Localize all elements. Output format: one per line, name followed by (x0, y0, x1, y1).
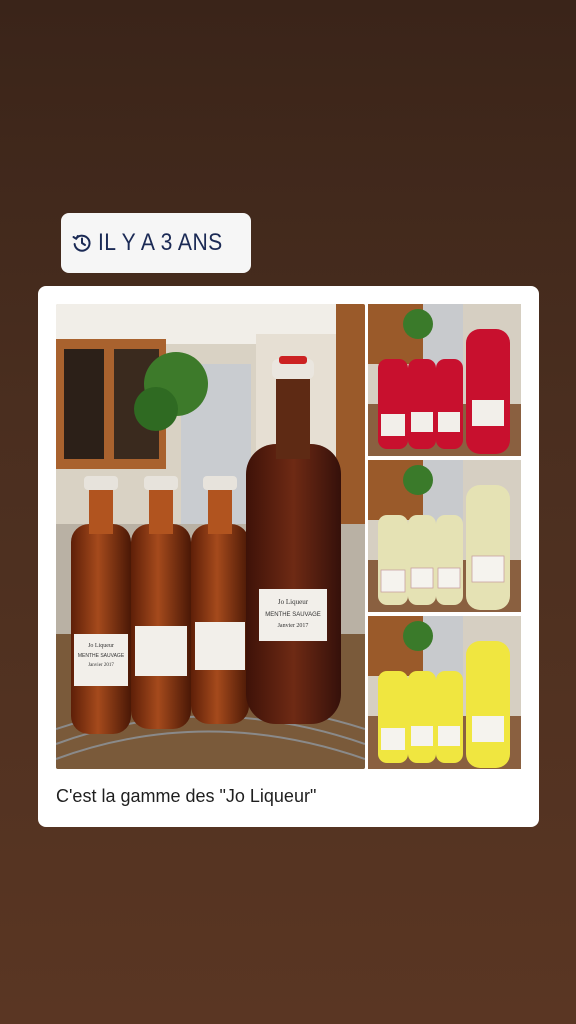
svg-text:Jo Liqueur: Jo Liqueur (88, 643, 114, 649)
photo-yellow-bottles[interactable] (368, 616, 521, 769)
post-caption: C'est la gamme des "Jo Liqueur" (56, 786, 317, 806)
history-clock-icon (72, 233, 92, 253)
memory-post-card[interactable]: Jo Liqueur MENTHE SAUVAGE Janvier 2017 J… (38, 286, 539, 827)
memory-badge[interactable]: IL Y A 3 ANS (61, 213, 251, 273)
svg-text:MENTHE SAUVAGE: MENTHE SAUVAGE (78, 653, 125, 659)
svg-text:Janvier 2017: Janvier 2017 (278, 623, 309, 629)
memory-label: IL Y A 3 ANS (98, 229, 223, 256)
svg-text:Janvier 2017: Janvier 2017 (88, 663, 114, 668)
photo-grid: Jo Liqueur MENTHE SAUVAGE Janvier 2017 J… (56, 304, 521, 769)
photo-amber-bottles[interactable]: Jo Liqueur MENTHE SAUVAGE Janvier 2017 J… (56, 304, 365, 769)
photo-red-bottles[interactable] (368, 304, 521, 456)
svg-text:Jo Liqueur: Jo Liqueur (278, 598, 309, 606)
svg-text:MENTHE SAUVAGE: MENTHE SAUVAGE (265, 612, 321, 618)
photo-pale-bottles[interactable] (368, 460, 521, 612)
